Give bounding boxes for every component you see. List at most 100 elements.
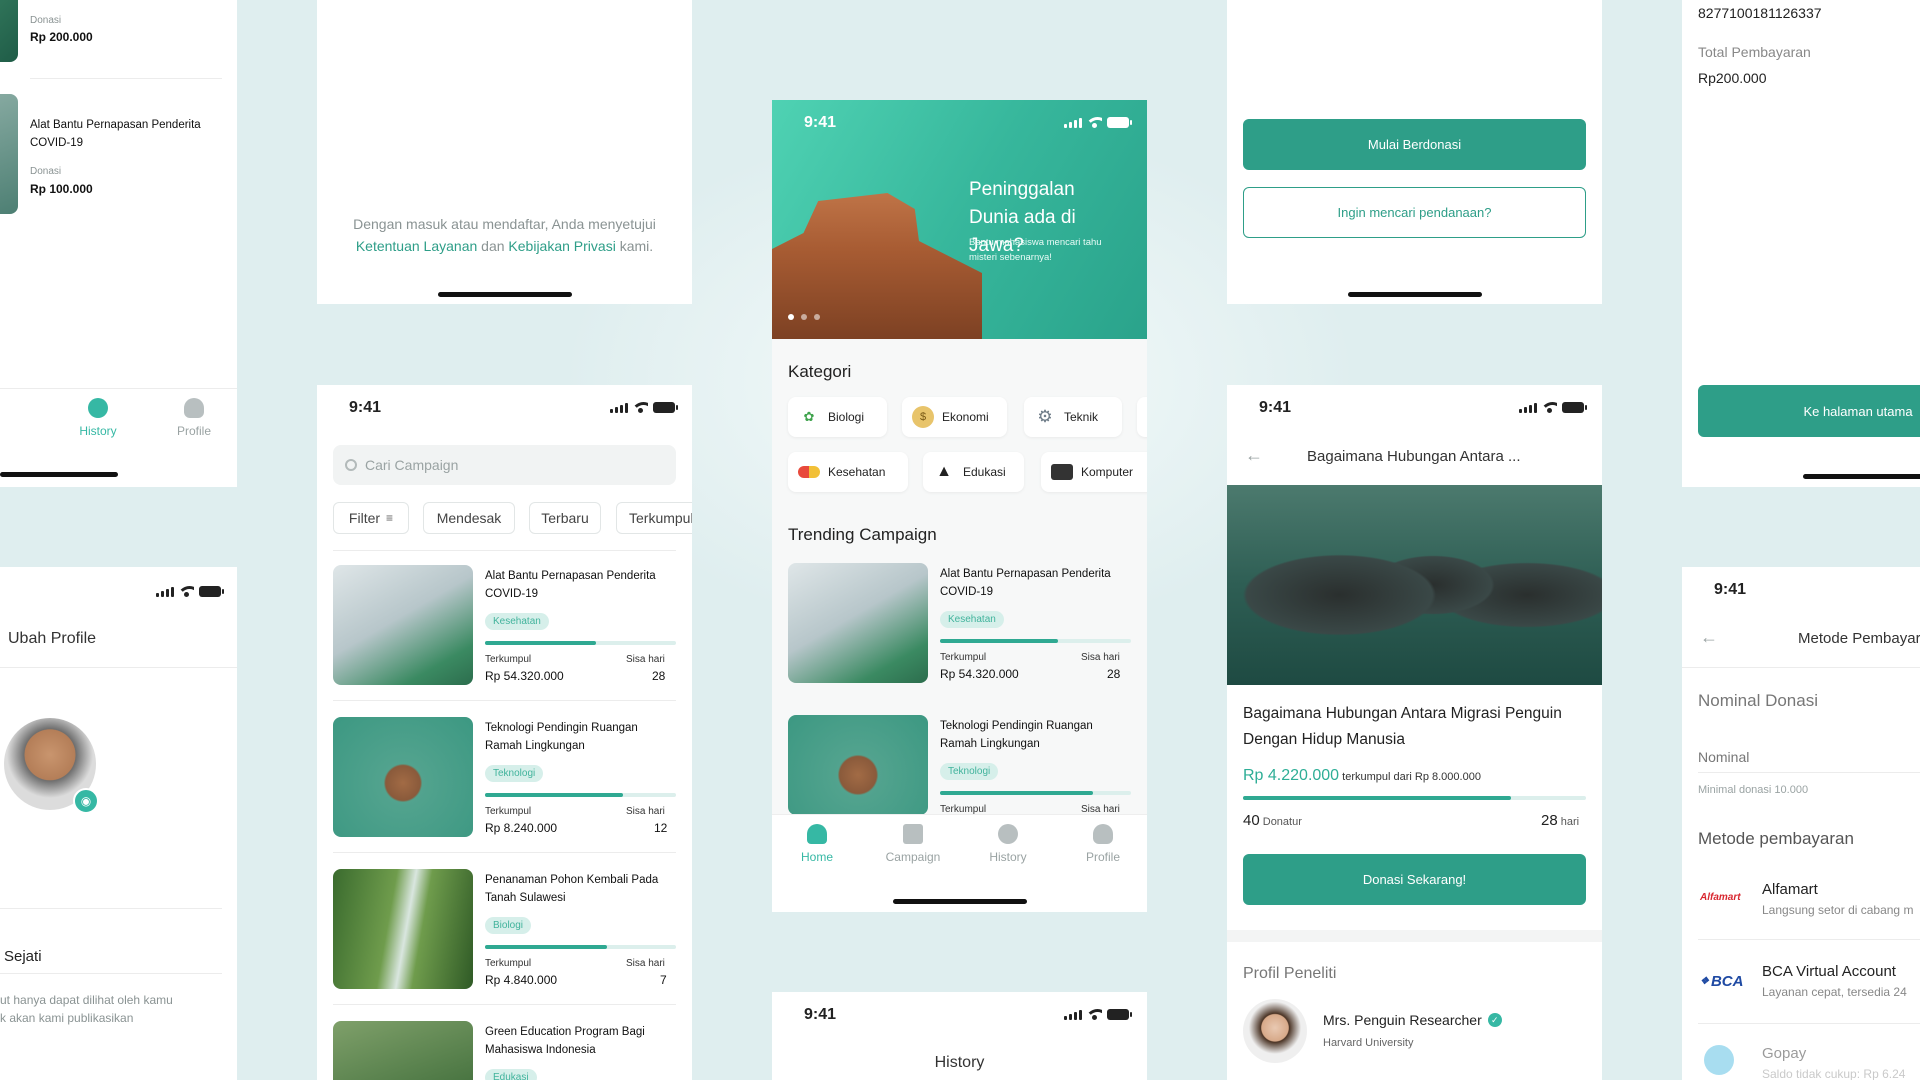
category-label: Edukasi xyxy=(963,465,1006,479)
collected-amount: Rp 4.840.000 xyxy=(485,973,558,987)
home-indicator xyxy=(0,472,118,477)
signal-icon xyxy=(1519,403,1537,413)
carousel-dot[interactable] xyxy=(801,314,807,320)
campaign-title[interactable]: Alat Bantu Pernapasan Penderita COVID-19 xyxy=(940,565,1120,601)
campaign-thumbnail[interactable] xyxy=(0,94,18,214)
collected-amount: Rp 54.320.000 xyxy=(940,667,1019,681)
back-arrow-icon[interactable]: ← xyxy=(1700,627,1718,648)
header-divider xyxy=(1682,667,1920,668)
back-arrow-icon[interactable]: ← xyxy=(1245,445,1263,466)
payment-option-gopay[interactable]: Gopay Saldo tidak cukup: Rp 6.24 xyxy=(1682,1037,1920,1080)
start-donating-button[interactable]: Mulai Berdonasi xyxy=(1243,119,1586,170)
nav-profile-label: Profile xyxy=(176,424,211,438)
status-time: 9:41 xyxy=(804,114,837,131)
header-divider xyxy=(0,667,237,668)
collected-amount: Rp 4.220.000 xyxy=(1243,767,1340,784)
status-time: 9:41 xyxy=(1714,581,1747,598)
camera-icon[interactable]: ◉ xyxy=(73,788,99,814)
wifi-icon xyxy=(1087,117,1102,128)
campaign-title[interactable]: Teknologi Pendingin Ruangan Ramah Lingku… xyxy=(940,717,1120,753)
wifi-icon xyxy=(1087,1009,1102,1020)
category-label: Kesehatan xyxy=(828,465,886,479)
nav-profile[interactable]: Profile xyxy=(149,398,237,438)
campaign-thumbnail[interactable] xyxy=(333,565,473,685)
privacy-note: k akan kami publikasikan xyxy=(0,1011,134,1025)
campaign-title[interactable]: Alat Bantu Pernapasan Penderita COVID-19 xyxy=(485,567,665,603)
onboarding-screen: Mulai Berdonasi Ingin mencari pendanaan? xyxy=(1227,0,1602,304)
nav-history[interactable]: History xyxy=(963,824,1053,864)
carousel-dot[interactable] xyxy=(788,314,794,320)
filter-chip[interactable]: Terkumpul xyxy=(616,502,692,534)
campaign-thumbnail[interactable] xyxy=(333,1021,473,1080)
campaign-title[interactable]: Teknologi Pendingin Ruangan Ramah Lingku… xyxy=(485,719,665,755)
signal-icon xyxy=(1064,1010,1082,1020)
category-kesehatan[interactable]: Kesehatan xyxy=(788,452,908,492)
category-badge: Teknologi xyxy=(485,765,544,782)
method-desc: Layanan cepat, tersedia 24 xyxy=(1762,985,1907,999)
go-home-button[interactable]: Ke halaman utama xyxy=(1698,385,1920,437)
researcher-name[interactable]: Mrs. Penguin Researcher ✓ xyxy=(1323,1012,1502,1028)
edit-profile-screen: Ubah Profile ◉ Sejati ut hanya dapat dil… xyxy=(0,567,237,1080)
campaign-title[interactable]: Green Education Program Bagi Mahasiswa I… xyxy=(485,1023,665,1059)
method-desc: Langsung setor di cabang m xyxy=(1762,903,1914,917)
search-screen: 9:41 Cari Campaign Filter ≡ Mendesak Ter… xyxy=(317,385,692,1080)
hero-banner[interactable]: 9:41 Peninggalan Dunia ada di Jawa? Bant… xyxy=(772,100,1147,339)
category-edukasi[interactable]: ▲ Edukasi xyxy=(923,452,1024,492)
category-ekonomi[interactable]: $ Ekonomi xyxy=(902,397,1007,437)
payment-option-alfamart[interactable]: Alfamart Alfamart Langsung setor di caba… xyxy=(1682,867,1920,939)
campaign-thumbnail[interactable] xyxy=(333,869,473,989)
category-more[interactable] xyxy=(1137,397,1147,437)
filter-chip[interactable]: Mendesak xyxy=(423,502,515,534)
search-input[interactable]: Cari Campaign xyxy=(333,445,676,485)
category-heading: Kategori xyxy=(788,362,852,381)
seek-funding-button[interactable]: Ingin mencari pendanaan? xyxy=(1243,187,1586,238)
campaign-thumbnail[interactable] xyxy=(788,715,928,815)
campaign-thumbnail[interactable] xyxy=(788,563,928,683)
donor-number: 40 xyxy=(1243,812,1260,829)
carousel-dots[interactable] xyxy=(788,314,820,320)
category-teknik[interactable]: ⚙ Teknik xyxy=(1024,397,1122,437)
nominal-input[interactable]: Nominal xyxy=(1698,749,1749,765)
total-value: Rp200.000 xyxy=(1698,70,1767,86)
privacy-note: ut hanya dapat dilihat oleh kamu xyxy=(0,993,173,1007)
carousel-dot[interactable] xyxy=(814,314,820,320)
campaign-title[interactable]: Penanaman Pohon Kembali Pada Tanah Sulaw… xyxy=(485,871,665,907)
collected-label: Terkumpul xyxy=(940,652,987,663)
bca-logo: ❖ BCA xyxy=(1700,973,1743,990)
page-title: History xyxy=(934,1054,985,1071)
bottom-nav: Home Campaign History Profile xyxy=(772,814,1147,912)
field-underline xyxy=(0,973,222,974)
field-label[interactable]: Sejati xyxy=(4,948,42,965)
divider xyxy=(0,908,222,909)
days-value: 28 xyxy=(652,669,666,683)
divider xyxy=(333,852,676,853)
nav-campaign[interactable]: Campaign xyxy=(868,824,958,864)
nav-home[interactable]: Home xyxy=(772,824,862,864)
collected-suffix: terkumpul dari Rp 8.000.000 xyxy=(1342,771,1481,783)
donor-label: Donatur xyxy=(1262,816,1302,828)
status-icons xyxy=(156,586,224,597)
category-komputer[interactable]: Komputer xyxy=(1041,452,1147,492)
hero-subtitle: Bantu mahasiswa mencari tahu misteri seb… xyxy=(969,237,1102,263)
filter-chip[interactable]: Terbaru xyxy=(529,502,601,534)
terms-text: Dengan masuk atau mendaftar, Anda menyet… xyxy=(317,213,692,257)
history-item-title[interactable]: Alat Bantu Pernapasan Penderita COVID-19 xyxy=(30,116,210,152)
campaign-thumbnail[interactable] xyxy=(0,0,18,62)
terms-link[interactable]: Ketentuan Layanan xyxy=(356,238,477,254)
campaign-thumbnail[interactable] xyxy=(333,717,473,837)
days-left: 28 hari xyxy=(1541,812,1579,829)
battery-icon xyxy=(199,586,224,597)
privacy-link[interactable]: Kebijakan Privasi xyxy=(508,238,615,254)
nav-campaign[interactable]: paign xyxy=(0,398,30,438)
category-biologi[interactable]: ✿ Biologi xyxy=(788,397,887,437)
researcher-avatar[interactable] xyxy=(1243,999,1307,1063)
donate-now-button[interactable]: Donasi Sekarang! xyxy=(1243,854,1586,905)
filter-button[interactable]: Filter ≡ xyxy=(333,502,409,534)
payment-complete-screen: 8277100181126337 Total Pembayaran Rp200.… xyxy=(1682,0,1920,487)
status-icons xyxy=(1064,1009,1132,1020)
graduation-cap-icon: ▲ xyxy=(936,463,952,480)
nav-profile[interactable]: Profile xyxy=(1058,824,1147,864)
payment-option-bca[interactable]: ❖ BCA BCA Virtual Account Layanan cepat,… xyxy=(1682,951,1920,1023)
category-badge: Kesehatan xyxy=(485,613,549,630)
nav-history[interactable]: History xyxy=(53,398,143,438)
